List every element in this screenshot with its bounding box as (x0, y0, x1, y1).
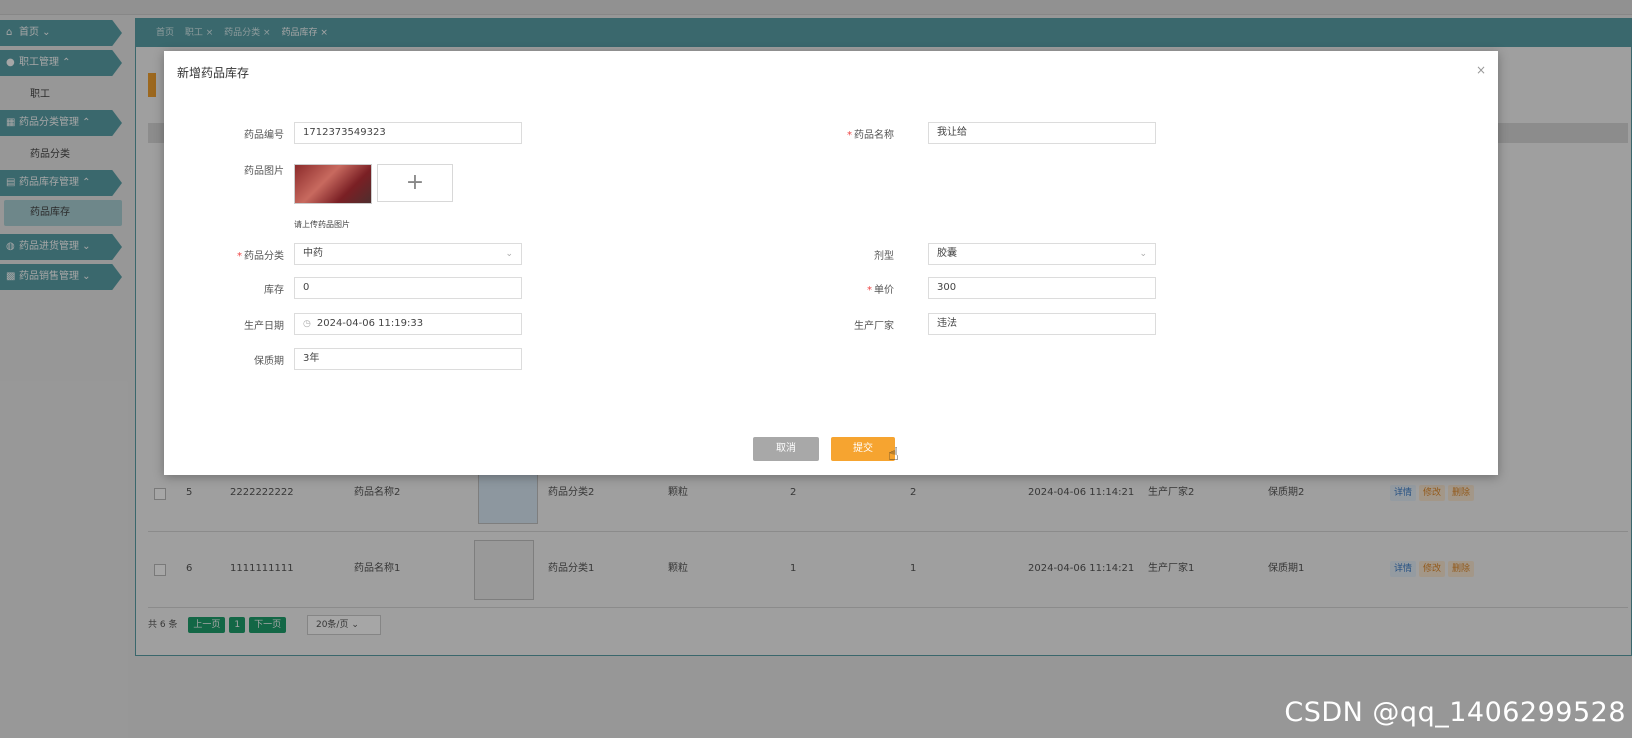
upload-hint: 请上传药品图片 (294, 220, 350, 229)
clock-icon: ◷ (303, 319, 311, 329)
name-input[interactable]: 我让给 (928, 122, 1156, 144)
chevron-down-icon: ⌄ (505, 249, 513, 259)
date-picker[interactable]: ◷ 2024-04-06 11:19:33 (294, 313, 522, 335)
upload-plus-button[interactable]: + (377, 164, 453, 202)
dialog-title: 新增药品库存 (177, 66, 250, 80)
label-code: 药品编号 (244, 130, 284, 141)
uploaded-image-thumbnail[interactable] (294, 164, 372, 204)
price-input[interactable]: 300 (928, 277, 1156, 299)
cancel-button[interactable]: 取消 (753, 437, 819, 461)
code-input[interactable]: 1712373549323 (294, 122, 522, 144)
hand-cursor-icon: ☝ (888, 444, 899, 465)
label-maker: 生产厂家 (854, 321, 894, 332)
chevron-down-icon: ⌄ (1139, 249, 1147, 259)
stock-input[interactable]: 0 (294, 277, 522, 299)
maker-input[interactable]: 违法 (928, 313, 1156, 335)
add-stock-dialog: 新增药品库存 × 药品编号 1712373549323 * 药品名称 我让给 药品… (164, 51, 1498, 475)
submit-button[interactable]: 提交 (831, 437, 895, 461)
close-icon[interactable]: × (1476, 63, 1486, 77)
label-name: * 药品名称 (847, 130, 894, 141)
watermark: CSDN @qq_1406299528 (1284, 697, 1626, 728)
form-select[interactable]: 胶囊 ⌄ (928, 243, 1156, 265)
label-price: * 单价 (867, 285, 894, 296)
shelf-life-input[interactable]: 3年 (294, 348, 522, 370)
label-date: 生产日期 (244, 321, 284, 332)
label-shelf: 保质期 (254, 356, 284, 367)
label-image: 药品图片 (244, 166, 284, 177)
label-form: 剂型 (874, 251, 894, 262)
category-select[interactable]: 中药 ⌄ (294, 243, 522, 265)
label-stock: 库存 (264, 285, 284, 296)
label-category: * 药品分类 (237, 251, 284, 262)
